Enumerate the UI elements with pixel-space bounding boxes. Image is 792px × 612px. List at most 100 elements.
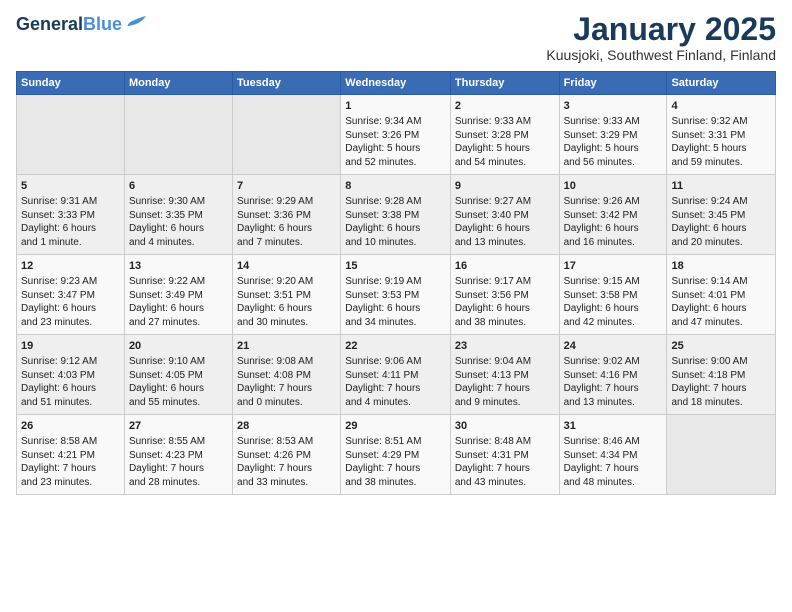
day-info: and 47 minutes. <box>671 316 771 330</box>
day-info: Daylight: 7 hours <box>237 462 336 476</box>
month-title: January 2025 <box>546 12 776 47</box>
day-info: and 48 minutes. <box>564 476 663 490</box>
day-info: and 23 minutes. <box>21 476 120 490</box>
day-info: Sunset: 3:36 PM <box>237 209 336 223</box>
day-number: 24 <box>564 339 663 354</box>
calendar-cell: 30Sunrise: 8:48 AMSunset: 4:31 PMDayligh… <box>450 415 559 495</box>
logo-blue: Blue <box>83 14 122 34</box>
day-info: Daylight: 6 hours <box>671 302 771 316</box>
day-info: Sunrise: 8:48 AM <box>455 435 555 449</box>
day-info: Sunset: 3:40 PM <box>455 209 555 223</box>
day-info: and 59 minutes. <box>671 156 771 170</box>
calendar-cell: 16Sunrise: 9:17 AMSunset: 3:56 PMDayligh… <box>450 255 559 335</box>
day-info: Sunset: 3:42 PM <box>564 209 663 223</box>
day-info: Daylight: 5 hours <box>564 142 663 156</box>
day-info: and 27 minutes. <box>129 316 228 330</box>
day-info: Sunset: 3:35 PM <box>129 209 228 223</box>
day-info: and 7 minutes. <box>237 236 336 250</box>
day-info: and 42 minutes. <box>564 316 663 330</box>
day-info: and 43 minutes. <box>455 476 555 490</box>
day-info: Sunrise: 9:27 AM <box>455 195 555 209</box>
calendar-cell: 17Sunrise: 9:15 AMSunset: 3:58 PMDayligh… <box>559 255 667 335</box>
day-number: 7 <box>237 179 336 194</box>
day-info: Sunset: 4:34 PM <box>564 449 663 463</box>
day-number: 14 <box>237 259 336 274</box>
calendar-cell: 2Sunrise: 9:33 AMSunset: 3:28 PMDaylight… <box>450 95 559 175</box>
day-info: Sunset: 3:33 PM <box>21 209 120 223</box>
day-number: 8 <box>345 179 446 194</box>
day-number: 19 <box>21 339 120 354</box>
day-info: Sunset: 3:31 PM <box>671 129 771 143</box>
day-info: Sunset: 3:53 PM <box>345 289 446 303</box>
calendar-week-row: 5Sunrise: 9:31 AMSunset: 3:33 PMDaylight… <box>17 175 776 255</box>
day-info: Sunset: 4:31 PM <box>455 449 555 463</box>
day-info: Sunrise: 9:34 AM <box>345 115 446 129</box>
day-number: 15 <box>345 259 446 274</box>
day-info: Daylight: 6 hours <box>129 302 228 316</box>
day-info: Daylight: 7 hours <box>671 382 771 396</box>
day-info: and 4 minutes. <box>129 236 228 250</box>
day-info: and 23 minutes. <box>21 316 120 330</box>
day-info: Daylight: 7 hours <box>564 462 663 476</box>
day-info: Sunset: 4:16 PM <box>564 369 663 383</box>
day-number: 30 <box>455 419 555 434</box>
weekday-header-tuesday: Tuesday <box>233 72 341 95</box>
calendar-cell: 9Sunrise: 9:27 AMSunset: 3:40 PMDaylight… <box>450 175 559 255</box>
day-number: 16 <box>455 259 555 274</box>
day-info: and 51 minutes. <box>21 396 120 410</box>
calendar-header-row: SundayMondayTuesdayWednesdayThursdayFrid… <box>17 72 776 95</box>
day-number: 3 <box>564 99 663 114</box>
day-info: Sunset: 3:38 PM <box>345 209 446 223</box>
day-info: Daylight: 7 hours <box>455 462 555 476</box>
day-number: 18 <box>671 259 771 274</box>
day-info: Sunrise: 8:53 AM <box>237 435 336 449</box>
day-number: 22 <box>345 339 446 354</box>
logo-general: General <box>16 14 83 34</box>
day-info: and 30 minutes. <box>237 316 336 330</box>
location: Kuusjoki, Southwest Finland, Finland <box>546 47 776 63</box>
calendar-cell: 21Sunrise: 9:08 AMSunset: 4:08 PMDayligh… <box>233 335 341 415</box>
day-info: Daylight: 7 hours <box>129 462 228 476</box>
calendar-cell: 6Sunrise: 9:30 AMSunset: 3:35 PMDaylight… <box>124 175 232 255</box>
day-info: Sunset: 3:58 PM <box>564 289 663 303</box>
calendar-cell <box>233 95 341 175</box>
day-info: Sunset: 4:13 PM <box>455 369 555 383</box>
day-info: Daylight: 6 hours <box>564 222 663 236</box>
day-info: Sunrise: 9:24 AM <box>671 195 771 209</box>
calendar-cell: 18Sunrise: 9:14 AMSunset: 4:01 PMDayligh… <box>667 255 776 335</box>
day-info: Daylight: 6 hours <box>455 222 555 236</box>
day-info: Daylight: 6 hours <box>345 222 446 236</box>
calendar-week-row: 1Sunrise: 9:34 AMSunset: 3:26 PMDaylight… <box>17 95 776 175</box>
day-info: Daylight: 5 hours <box>455 142 555 156</box>
day-info: and 38 minutes. <box>345 476 446 490</box>
day-info: Sunset: 3:47 PM <box>21 289 120 303</box>
day-info: Sunrise: 9:20 AM <box>237 275 336 289</box>
calendar-cell: 31Sunrise: 8:46 AMSunset: 4:34 PMDayligh… <box>559 415 667 495</box>
weekday-header-saturday: Saturday <box>667 72 776 95</box>
weekday-header-thursday: Thursday <box>450 72 559 95</box>
day-info: Daylight: 5 hours <box>345 142 446 156</box>
day-number: 27 <box>129 419 228 434</box>
day-info: and 13 minutes. <box>564 396 663 410</box>
day-number: 10 <box>564 179 663 194</box>
calendar-cell: 1Sunrise: 9:34 AMSunset: 3:26 PMDaylight… <box>341 95 451 175</box>
calendar-cell: 19Sunrise: 9:12 AMSunset: 4:03 PMDayligh… <box>17 335 125 415</box>
day-info: and 13 minutes. <box>455 236 555 250</box>
calendar-cell: 27Sunrise: 8:55 AMSunset: 4:23 PMDayligh… <box>124 415 232 495</box>
day-info: Sunrise: 9:19 AM <box>345 275 446 289</box>
day-info: Sunset: 4:21 PM <box>21 449 120 463</box>
day-info: and 18 minutes. <box>671 396 771 410</box>
day-info: Sunrise: 8:46 AM <box>564 435 663 449</box>
day-number: 23 <box>455 339 555 354</box>
calendar-cell: 12Sunrise: 9:23 AMSunset: 3:47 PMDayligh… <box>17 255 125 335</box>
day-info: Daylight: 7 hours <box>455 382 555 396</box>
day-info: Sunrise: 9:02 AM <box>564 355 663 369</box>
day-info: Sunrise: 9:33 AM <box>564 115 663 129</box>
day-info: Sunrise: 9:06 AM <box>345 355 446 369</box>
day-number: 20 <box>129 339 228 354</box>
day-info: Daylight: 6 hours <box>564 302 663 316</box>
day-info: Sunrise: 9:30 AM <box>129 195 228 209</box>
day-info: and 28 minutes. <box>129 476 228 490</box>
day-info: Sunrise: 9:08 AM <box>237 355 336 369</box>
weekday-header-friday: Friday <box>559 72 667 95</box>
